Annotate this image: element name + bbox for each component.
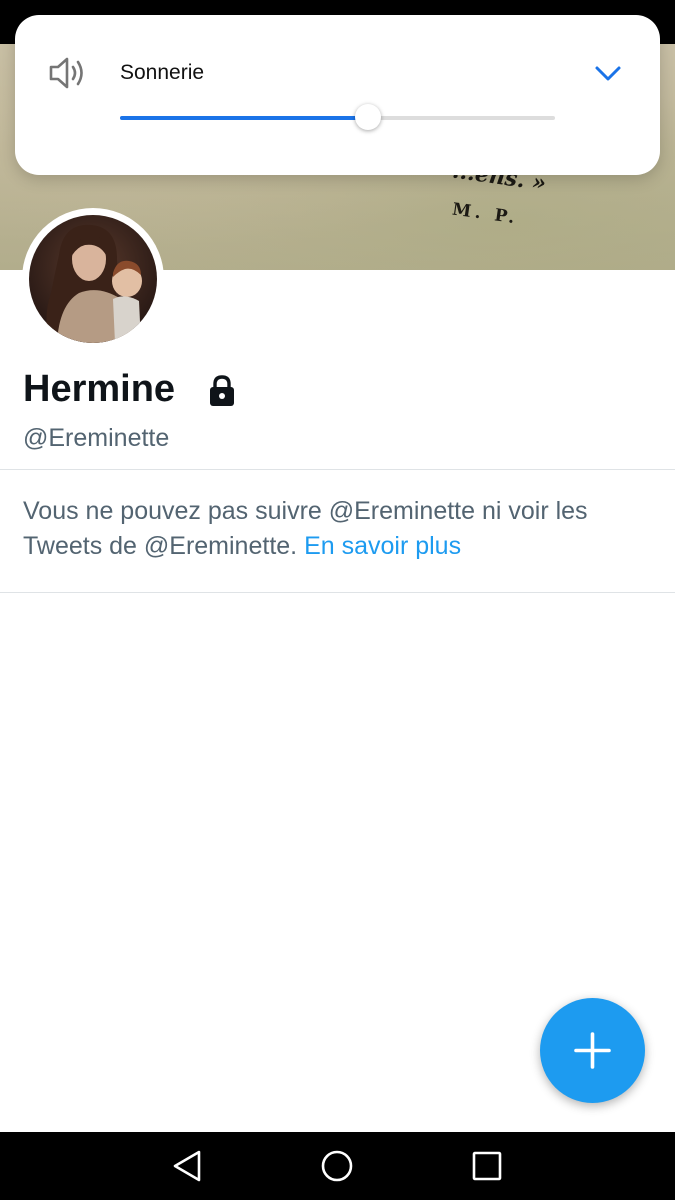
avatar-image [29, 215, 157, 343]
profile-handle: @Ereminette [23, 424, 170, 452]
learn-more-link[interactable]: En savoir plus [304, 532, 461, 560]
home-icon[interactable] [317, 1146, 357, 1186]
compose-tweet-button[interactable] [540, 998, 645, 1103]
lock-icon [208, 374, 236, 408]
slider-fill [120, 116, 368, 120]
recents-icon[interactable] [467, 1146, 507, 1186]
navigation-bar [0, 1132, 675, 1200]
plus-icon [574, 1032, 611, 1069]
divider [0, 592, 675, 593]
chevron-down-icon[interactable] [592, 59, 624, 87]
avatar[interactable] [22, 208, 164, 350]
divider [0, 469, 675, 470]
profile-display-name: Hermine [23, 368, 176, 410]
banner-signature: M. P. [450, 199, 520, 229]
back-icon[interactable] [167, 1146, 207, 1186]
volume-stream-label: Sonnerie [120, 61, 205, 84]
volume-slider[interactable] [120, 103, 555, 133]
volume-dialog: Sonnerie [15, 15, 660, 175]
slider-thumb[interactable] [354, 104, 381, 130]
protected-account-notice: Vous ne pouvez pas suivre @Ereminette ni… [23, 494, 653, 564]
speaker-icon[interactable] [47, 55, 87, 91]
